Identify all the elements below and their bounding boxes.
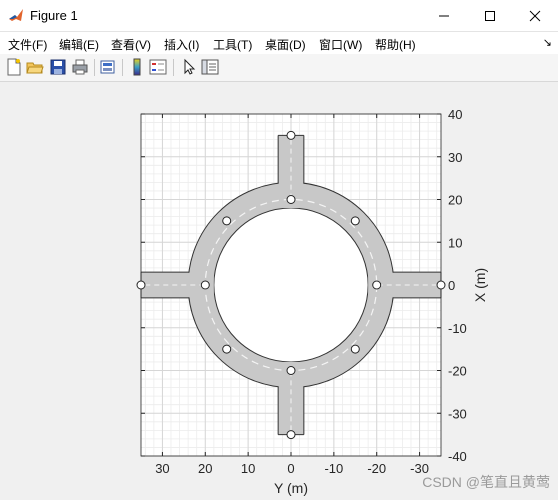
y-tick-label: -30	[448, 406, 467, 421]
ring-inner-edge	[213, 207, 369, 363]
menu-window[interactable]: 窗口(W)	[319, 36, 362, 53]
menu-tools[interactable]: 工具(T)	[213, 36, 252, 53]
maximize-icon	[485, 10, 495, 21]
menu-help[interactable]: 帮助(H)	[375, 36, 416, 53]
x-tick-label: 30	[155, 461, 169, 476]
data-point	[200, 280, 210, 290]
menu-view[interactable]: 查看(V)	[111, 36, 151, 53]
close-button[interactable]	[512, 0, 558, 31]
menu-insert[interactable]: 插入(I)	[164, 36, 199, 53]
y-tick-label: 30	[448, 150, 462, 165]
y-axis-label: X (m)	[472, 268, 488, 302]
colorbar-icon[interactable]	[128, 58, 146, 76]
data-point	[286, 430, 296, 440]
y-tick-label: -20	[448, 364, 467, 379]
x-tick-label: 0	[287, 461, 294, 476]
save-icon[interactable]	[49, 58, 67, 76]
open-file-icon[interactable]	[26, 58, 44, 76]
data-point	[350, 216, 360, 226]
data-point	[286, 366, 296, 375]
watermark: CSDN @笔直且黄莺	[422, 474, 550, 490]
toolbar-separator	[122, 59, 123, 76]
property-inspector-icon[interactable]	[201, 58, 219, 76]
data-point	[350, 344, 360, 354]
new-figure-icon[interactable]	[5, 58, 23, 76]
menu-file[interactable]: 文件(F)	[8, 36, 47, 53]
legend-icon[interactable]	[149, 58, 167, 76]
axes[interactable]: 30 20 10 0 -10 -20 -30403020100-10-20-30-40Y (…	[0, 82, 558, 500]
matlab-icon	[8, 7, 24, 23]
data-point	[372, 280, 382, 290]
minimize-button[interactable]	[421, 0, 467, 31]
select-arrow-icon[interactable]	[180, 58, 198, 76]
x-tick-label: 10	[241, 461, 255, 476]
x-axis-label: Y (m)	[274, 480, 308, 496]
toolbar	[0, 54, 558, 82]
data-point	[136, 280, 146, 290]
minimize-icon	[439, 15, 449, 16]
data-point	[286, 130, 296, 140]
data-point	[222, 344, 232, 354]
x-tick-label: 20	[198, 461, 212, 476]
menu-edit[interactable]: 编辑(E)	[59, 36, 99, 53]
data-point	[286, 195, 296, 204]
y-tick-label: 10	[448, 235, 462, 250]
close-icon	[529, 10, 541, 21]
y-tick-label: 40	[448, 107, 462, 122]
print-preview-icon[interactable]	[99, 58, 117, 76]
data-point	[436, 280, 446, 290]
toolbar-separator	[173, 59, 174, 76]
y-tick-label: -40	[448, 449, 467, 464]
print-icon[interactable]	[71, 58, 89, 76]
x-tick-label: -10	[324, 461, 343, 476]
x-tick-label: -20	[367, 461, 386, 476]
maximize-button[interactable]	[467, 0, 513, 31]
window-title: Figure 1	[30, 8, 78, 23]
y-tick-label: -10	[448, 321, 467, 336]
figure-canvas[interactable]: 30 20 10 0 -10 -20 -30 40 30 20 10 0 -10 -20 -30 -40 Y (…	[0, 82, 558, 500]
data-point	[222, 216, 232, 226]
y-tick-label: 0	[448, 278, 455, 293]
menu-desktop[interactable]: 桌面(D)	[265, 36, 306, 53]
menu-overflow-icon[interactable]: ↘	[543, 36, 552, 49]
title-bar: Figure 1	[0, 0, 558, 32]
toolbar-separator	[94, 59, 95, 76]
y-tick-label: 20	[448, 193, 462, 208]
menu-bar: 文件(F) 编辑(E) 查看(V) 插入(I) 工具(T) 桌面(D) 窗口(W…	[0, 32, 558, 54]
